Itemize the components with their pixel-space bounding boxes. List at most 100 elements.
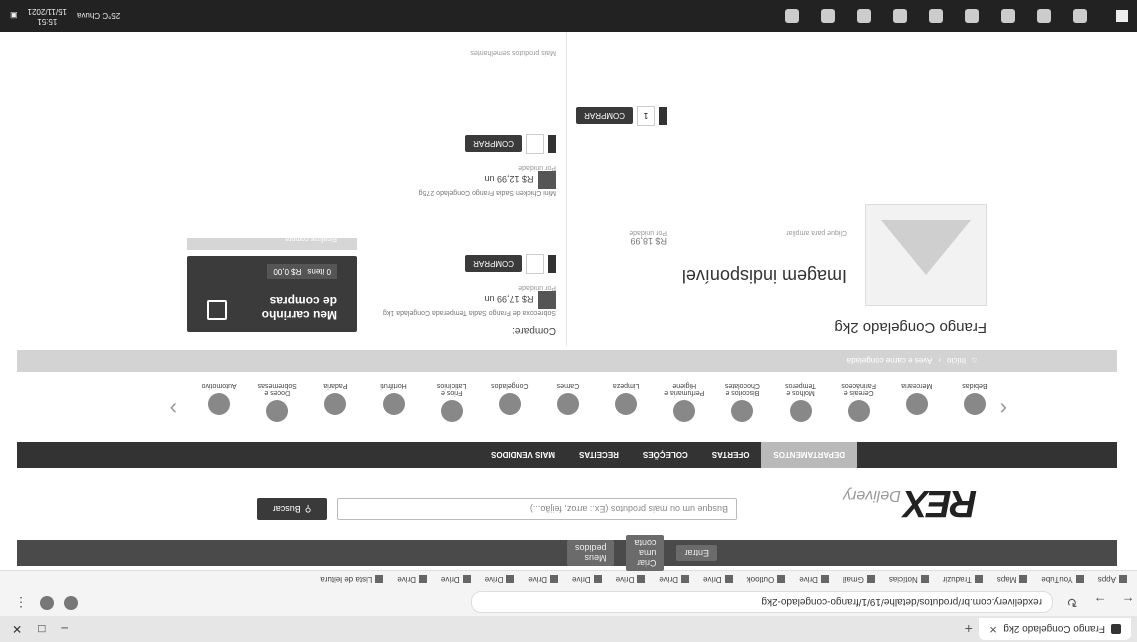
qty-stepper[interactable] xyxy=(548,254,556,273)
address-bar: ← → ↻ rexdelivery.com.br/produtos/detalh… xyxy=(0,588,1137,616)
compare-item[interactable]: Sobrecoxa de Frango Sadia Temperada Cong… xyxy=(376,253,556,316)
url-field[interactable]: rexdelivery.com.br/produtos/detalhe/19/1… xyxy=(471,591,1053,613)
browser-tab[interactable]: Frango Congelado 2kg ✕ xyxy=(978,618,1131,640)
nav-colecoes[interactable]: COLEÇÕES xyxy=(631,442,700,468)
bookmark-item[interactable]: Outlook xyxy=(747,575,786,584)
bookmark-item[interactable]: Drive xyxy=(441,575,471,584)
category-item[interactable]: Molhos e Temperos xyxy=(778,382,822,422)
main-nav: DEPARTAMENTOS OFERTAS COLEÇÕES RECEITAS … xyxy=(17,442,1117,468)
bookmark-item[interactable]: Drive xyxy=(616,575,646,584)
os-taskbar: 25°C Chuva 15:51 15/11/2021 ▣ xyxy=(0,0,1137,32)
back-icon[interactable]: ← xyxy=(1119,595,1137,610)
category-item[interactable]: Perfumaria e Higiene xyxy=(662,382,706,422)
reload-icon[interactable]: ↻ xyxy=(1063,594,1081,610)
chrome-icon[interactable] xyxy=(1001,9,1015,23)
create-account-button[interactable]: Criar uma conta xyxy=(626,535,665,571)
logo[interactable]: REX Delivery xyxy=(843,481,977,524)
search-input[interactable]: Busque um ou mais produtos (Ex.: arroz, … xyxy=(337,498,737,520)
search-icon[interactable] xyxy=(1073,9,1087,23)
category-item[interactable]: Automotivo xyxy=(197,382,241,415)
category-item[interactable]: Bebidas xyxy=(953,382,997,415)
window-controls: – □ ✕ xyxy=(0,622,68,636)
bookmark-item[interactable]: Drive xyxy=(703,575,733,584)
home-icon[interactable]: ⌂ xyxy=(972,357,977,366)
maximize-icon[interactable]: □ xyxy=(38,622,45,636)
qty-field[interactable] xyxy=(526,133,544,154)
buy-row: 1 COMPRAR xyxy=(576,106,667,126)
bookmark-item[interactable]: Apps xyxy=(1098,575,1127,584)
bookmark-item[interactable]: Notícias xyxy=(889,575,929,584)
category-item[interactable]: Biscoitos e Chocolates xyxy=(720,382,764,422)
files-icon[interactable] xyxy=(893,9,907,23)
cart-widget[interactable]: Meu carrinho de compras 0 itens R$ 0,00 xyxy=(187,256,357,332)
nav-mais-vendidos[interactable]: MAIS VENDIDOS xyxy=(479,442,567,468)
store-icon[interactable] xyxy=(929,9,943,23)
buy-button[interactable]: COMPRAR xyxy=(576,107,633,125)
product-image[interactable] xyxy=(865,204,987,306)
qty-field[interactable] xyxy=(526,253,544,274)
window-close-icon[interactable]: ✕ xyxy=(12,622,22,636)
mail-icon[interactable] xyxy=(965,9,979,23)
minimize-icon[interactable]: – xyxy=(61,622,68,636)
image-unavailable-text: Imagem indisponível xyxy=(681,266,847,286)
chevron-left-icon[interactable]: ‹ xyxy=(1000,396,1007,422)
nav-departamentos[interactable]: DEPARTAMENTOS xyxy=(761,442,857,468)
bookmark-item[interactable]: Drive xyxy=(799,575,829,584)
bookmark-item[interactable]: Drive xyxy=(397,575,427,584)
buy-button[interactable]: COMPRAR xyxy=(465,135,522,153)
music-icon[interactable] xyxy=(857,9,871,23)
buy-button[interactable]: COMPRAR xyxy=(465,255,522,273)
bookmark-item[interactable]: Gmail xyxy=(843,575,875,584)
bookmark-item[interactable]: Drive xyxy=(659,575,689,584)
profile-icon[interactable] xyxy=(40,596,54,610)
category-item[interactable]: Limpeza xyxy=(604,382,648,415)
site-topbar: Entrar Criar uma conta Meus pedidos xyxy=(17,535,1117,571)
category-item[interactable]: Hortifruti xyxy=(371,382,415,415)
task-view-icon[interactable] xyxy=(1037,9,1051,23)
app-icon[interactable] xyxy=(785,9,799,23)
category-item[interactable]: Mercearia xyxy=(895,382,939,415)
nav-ofertas[interactable]: OFERTAS xyxy=(700,442,762,468)
bookmark-item[interactable]: Drive xyxy=(528,575,558,584)
photos-icon[interactable] xyxy=(821,9,835,23)
search-button[interactable]: ⚲ Buscar xyxy=(257,498,327,520)
clock[interactable]: 15:51 15/11/2021 xyxy=(28,6,67,26)
start-icon[interactable] xyxy=(1107,0,1137,32)
weather-widget[interactable]: 25°C Chuva xyxy=(77,12,120,21)
category-item[interactable]: Cereais e Farináceos xyxy=(837,382,881,422)
nav-receitas[interactable]: RECEITAS xyxy=(567,442,631,468)
category-item[interactable]: Doces e Sobremesas xyxy=(255,382,299,422)
compare-panel: Compare: Sobrecoxa de Frango Sadia Tempe… xyxy=(366,6,567,346)
product-thumb xyxy=(538,291,556,309)
site-header: REX Delivery Busque um ou mais produtos … xyxy=(17,478,1117,538)
qty-stepper[interactable] xyxy=(548,134,556,153)
breadcrumb-current[interactable]: Aves e carne congelada xyxy=(847,357,933,366)
my-orders-button[interactable]: Meus pedidos xyxy=(566,540,615,566)
login-button[interactable]: Entrar xyxy=(676,545,717,561)
close-icon[interactable]: ✕ xyxy=(989,624,997,635)
category-item[interactable]: Congelados xyxy=(488,382,532,415)
compare-item[interactable]: Mini Chicken Sadia Frango Congelado 275g… xyxy=(376,133,556,196)
extension-icon[interactable] xyxy=(64,596,78,610)
category-item[interactable]: Carnes xyxy=(546,382,590,415)
new-tab-icon[interactable]: + xyxy=(965,621,973,637)
bookmark-item[interactable]: YouTube xyxy=(1041,575,1084,584)
menu-icon[interactable]: ⋮ xyxy=(12,594,30,610)
bookmark-item[interactable]: Traduzir xyxy=(943,575,983,584)
more-similar-link[interactable]: Mais produtos semelhantes xyxy=(470,49,556,56)
category-item[interactable]: Frios e Laticínios xyxy=(430,382,474,422)
qty-stepper[interactable] xyxy=(659,107,667,125)
favicon-icon xyxy=(1111,624,1121,634)
reading-list[interactable]: Lista de leitura xyxy=(320,575,384,584)
forward-icon[interactable]: → xyxy=(1091,595,1109,610)
category-item[interactable]: Padaria xyxy=(313,382,357,415)
bookmark-item[interactable]: Drive xyxy=(572,575,602,584)
cart-icon xyxy=(207,300,227,320)
chevron-right-icon[interactable]: › xyxy=(170,396,177,422)
bookmark-item[interactable]: Maps xyxy=(997,575,1028,584)
notification-icon[interactable]: ▣ xyxy=(10,12,18,21)
qty-field[interactable]: 1 xyxy=(637,106,655,126)
breadcrumb-home[interactable]: Início xyxy=(947,357,966,366)
checkout-button[interactable]: Finalizar compra xyxy=(187,235,357,250)
bookmark-item[interactable]: Drive xyxy=(485,575,515,584)
